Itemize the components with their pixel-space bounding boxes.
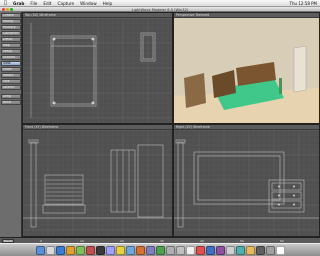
tool-multiply-button[interactable]: Multiply (1, 25, 21, 30)
tool-detail-button[interactable]: Detail (1, 37, 21, 42)
dock-app-icon[interactable] (235, 245, 245, 255)
viewport-top-canvas[interactable] (23, 18, 172, 123)
viewport-perspective-canvas[interactable] (174, 18, 319, 123)
menu-capture[interactable]: Capture (54, 1, 77, 6)
menu-help[interactable]: Help (100, 1, 116, 6)
column-cap (175, 139, 186, 144)
dock-app-icon[interactable] (75, 245, 85, 255)
lamp (279, 78, 282, 94)
dock-app-icon[interactable] (85, 245, 95, 255)
dock-app-icon[interactable] (95, 245, 105, 255)
tool-rotate-button[interactable]: Rotate (1, 73, 21, 78)
viewport-front-canvas[interactable] (23, 130, 172, 236)
dock-app-icon[interactable] (265, 245, 275, 255)
tool-stretch-button[interactable]: Stretch (1, 85, 21, 90)
tool-view-button[interactable]: View (1, 61, 21, 66)
bed-frame (42, 204, 86, 214)
dock-app-icon[interactable] (215, 245, 225, 255)
drawer (271, 182, 302, 191)
dock-app-icon[interactable] (135, 245, 145, 255)
dock-app-icon[interactable] (45, 245, 55, 255)
tool-bend-button[interactable]: Bend (1, 100, 21, 105)
dock-app-icon[interactable] (115, 245, 125, 255)
column (177, 141, 184, 228)
column (30, 141, 37, 228)
drawer-knob (293, 185, 295, 188)
tool-size-button[interactable]: Size (1, 79, 21, 84)
app-menu[interactable]: Grab (10, 1, 27, 6)
dock-app-icon[interactable] (105, 245, 115, 255)
dock-app-icon[interactable] (145, 245, 155, 255)
dock-app-icon[interactable] (205, 245, 215, 255)
menubar:  Grab File Edit Capture Window Help Thu… (0, 0, 320, 7)
menubar-clock[interactable]: Thu 12:58 PM (290, 1, 317, 6)
column-cap (28, 139, 39, 144)
dresser-front (137, 144, 164, 218)
chair (184, 73, 206, 108)
menu-file[interactable]: File (27, 1, 40, 6)
door (293, 45, 307, 93)
dock-app-icon[interactable] (225, 245, 235, 255)
dock-app-icon[interactable] (35, 245, 45, 255)
dock-app-icon[interactable] (245, 245, 255, 255)
drawer-knob (293, 194, 295, 197)
window-title: LightWave Modeler 8.5 (Win32) (131, 7, 189, 12)
dock-app-icon[interactable] (175, 245, 185, 255)
dock-app-icon[interactable] (195, 245, 205, 255)
viewport-perspective[interactable]: Perspective Textured (173, 12, 320, 124)
bed-outline (50, 35, 97, 107)
bed-post (52, 37, 56, 41)
dock-app-icon[interactable] (165, 245, 175, 255)
apple-menu-icon[interactable]:  (0, 0, 10, 6)
tool-create-button[interactable]: Create (1, 13, 21, 18)
tool-construct-button[interactable]: Construct (1, 31, 21, 36)
tool-drag-button[interactable]: Drag (1, 94, 21, 99)
viewport-right[interactable]: Right (ZY) Wireframe (173, 124, 320, 237)
tool-setup-button[interactable]: Setup (1, 49, 21, 54)
drawer-knob (278, 185, 280, 188)
tool-move-button[interactable]: Move (1, 67, 21, 72)
dock-app-icon[interactable] (275, 245, 285, 255)
dock-app-icon[interactable] (255, 245, 265, 255)
bed-post (91, 101, 95, 105)
drawer-knob (278, 194, 280, 197)
viewport-top[interactable]: Top (XZ) Wireframe (22, 12, 173, 124)
drawer-knob (293, 203, 295, 206)
dock-app-icon[interactable] (65, 245, 75, 255)
drawer-knob (278, 203, 280, 206)
drawer (271, 191, 302, 200)
tool-modify-button[interactable]: Modify (1, 19, 21, 24)
tool-utilities-button[interactable]: Utilities (1, 55, 21, 60)
viewport-front[interactable]: Front (XY) Wireframe (22, 124, 173, 237)
dock-app-icon[interactable] (155, 245, 165, 255)
dock-app-icon[interactable] (125, 245, 135, 255)
menu-window[interactable]: Window (77, 1, 100, 6)
drawer (271, 200, 302, 209)
dock (0, 243, 320, 256)
dock-app-icon[interactable] (185, 245, 195, 255)
tool-map-button[interactable]: Map (1, 43, 21, 48)
left-toolbar: Create Modify Multiply Construct Detail Map Se… (0, 12, 22, 237)
bed-post (91, 37, 95, 41)
dock-app-icon[interactable] (55, 245, 65, 255)
viewport-right-canvas[interactable] (174, 130, 319, 236)
bed-post (52, 101, 56, 105)
menu-edit[interactable]: Edit (40, 1, 54, 6)
